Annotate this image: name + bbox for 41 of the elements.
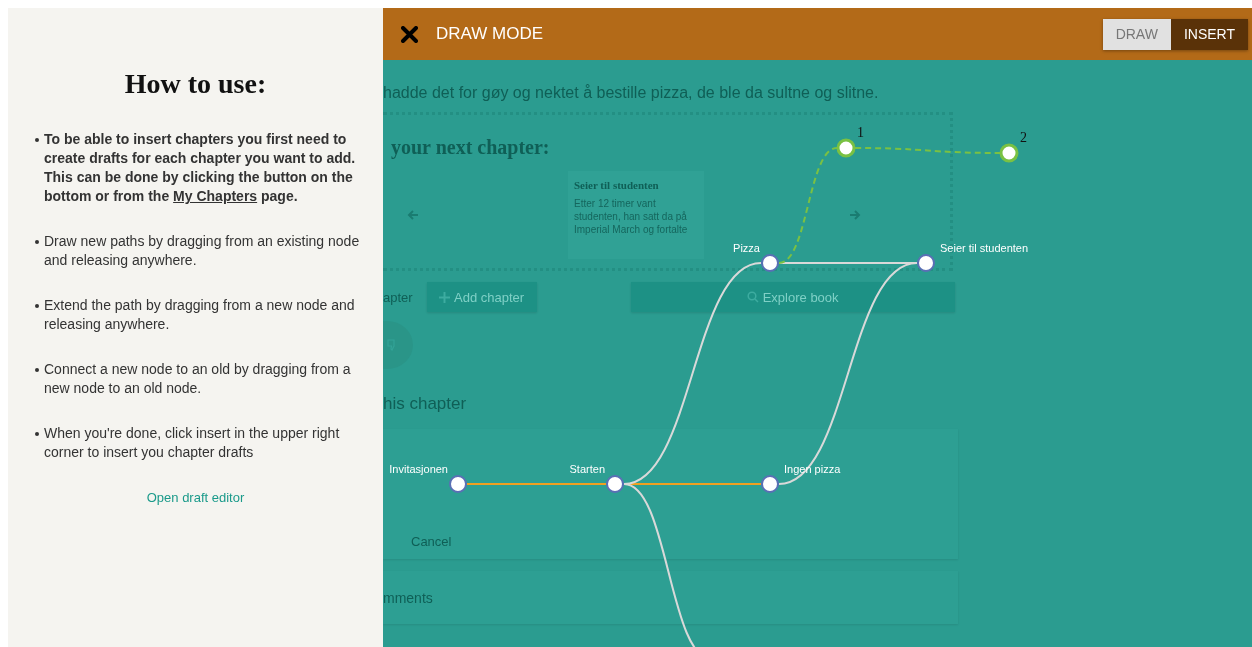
graph-node[interactable] bbox=[761, 254, 779, 272]
instruction-text: Extend the path by dragging from a new node and releasing anywhere. bbox=[44, 296, 356, 334]
draft-node[interactable] bbox=[999, 143, 1019, 163]
add-chapter-button[interactable]: Add chapter bbox=[426, 282, 537, 312]
comments-heading: mments bbox=[383, 589, 433, 606]
chapter-label: apter bbox=[383, 289, 413, 305]
node-label: 2 bbox=[1020, 130, 1027, 145]
bullet-icon bbox=[35, 431, 39, 436]
close-icon[interactable] bbox=[401, 25, 418, 43]
story-text: hadde det for gøy og nektet å bestille pizza, de ble da sultne og slitne. bbox=[383, 83, 880, 103]
cancel-button[interactable]: Cancel bbox=[411, 534, 452, 549]
bullet-icon bbox=[35, 367, 39, 372]
bullet-icon bbox=[35, 239, 39, 244]
mode-tab[interactable]: INSERT bbox=[1170, 18, 1248, 50]
graph-node[interactable] bbox=[449, 475, 467, 493]
toolbar-title: DRAW MODE bbox=[436, 24, 544, 44]
instruction-text: When you're done, click insert in the upper right corner to insert you chapter drafts bbox=[44, 424, 341, 462]
node-label: 1 bbox=[857, 125, 864, 140]
my-chapters-link[interactable]: My Chapters bbox=[173, 188, 258, 204]
node-label: Starten bbox=[569, 463, 605, 475]
mode-tab[interactable]: DRAW bbox=[1102, 18, 1171, 50]
explore-book-button[interactable]: Explore book bbox=[630, 282, 955, 312]
node-label: Invitasjonen bbox=[389, 463, 448, 475]
card-title: Seier til studenten bbox=[574, 179, 660, 191]
help-title: How to use: bbox=[123, 67, 268, 100]
bullet-icon bbox=[35, 137, 39, 142]
node-label: Seier til studenten bbox=[940, 242, 1029, 254]
graph-node[interactable] bbox=[917, 254, 935, 272]
draft-node[interactable] bbox=[836, 138, 856, 158]
graph-node[interactable] bbox=[606, 475, 624, 493]
section-heading: his chapter bbox=[383, 393, 468, 415]
graph-node[interactable] bbox=[761, 475, 779, 493]
open-draft-editor-link[interactable]: Open draft editor bbox=[146, 490, 245, 505]
node-label: Pizza bbox=[733, 242, 760, 254]
plus-icon bbox=[439, 291, 451, 303]
bullet-icon bbox=[35, 303, 39, 308]
next-chapter-heading: your next chapter: bbox=[390, 135, 550, 161]
instruction-text: Draw new paths by dragging from an existing node and releasing anywhere. bbox=[44, 232, 361, 270]
search-icon bbox=[746, 291, 759, 303]
instruction-text: To be able to insert chapters you first need to create drafts for each chapter you want to add. This can be done by clicking the button on the bottom or from the My Chapters page. bbox=[44, 130, 357, 206]
instruction-text: Connect a new node to an old by dragging from a new node to an old node. bbox=[44, 360, 352, 398]
